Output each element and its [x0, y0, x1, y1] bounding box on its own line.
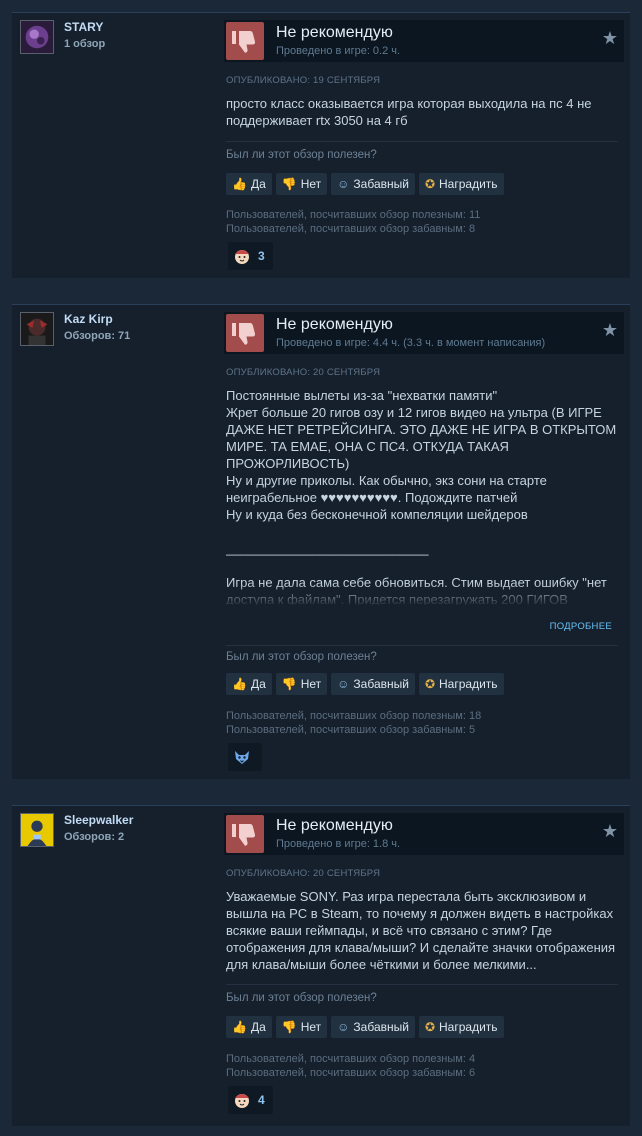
- vote-buttons: 👍 Да 👎 Нет ☺ Забавный ✪ Наградить: [226, 673, 504, 695]
- divider: [226, 141, 618, 142]
- avatar[interactable]: [20, 20, 54, 54]
- divider: [226, 645, 618, 646]
- award-button[interactable]: ✪ Наградить: [418, 673, 504, 695]
- author-name[interactable]: Kaz Kirp: [64, 312, 113, 326]
- thumbs-down-icon: [226, 314, 264, 352]
- star-icon[interactable]: ★: [602, 821, 618, 842]
- avatar[interactable]: [20, 312, 54, 346]
- vote-stats: Пользователей, посчитавших обзор полезны…: [226, 1053, 476, 1079]
- award-wolf-icon: [235, 751, 249, 764]
- award-badge[interactable]: [228, 743, 262, 771]
- vote-header: Не рекомендую Проведено в игре: 0.2 ч. ★: [224, 20, 624, 62]
- thumbs-down-icon: [226, 22, 264, 60]
- award-button[interactable]: ✪ Наградить: [418, 1016, 504, 1038]
- helpful-question: Был ли этот обзор полезен?: [226, 149, 377, 161]
- review-text: просто класс оказывается игра которая вы…: [226, 96, 596, 128]
- text-fade: [226, 583, 618, 607]
- vote-yes-button[interactable]: 👍 Да: [226, 673, 272, 695]
- award-icon: ✪: [424, 1020, 436, 1034]
- award-face-icon: [235, 1094, 249, 1108]
- award-badge[interactable]: 3: [228, 242, 273, 270]
- thumbs-down-icon: 👎: [281, 677, 297, 691]
- posted-date: ОПУБЛИКОВАНО: 20 СЕНТЯБРЯ: [226, 868, 381, 879]
- author-review-count[interactable]: Обзоров: 2: [64, 831, 124, 843]
- review-verdict[interactable]: Не рекомендую: [276, 817, 393, 835]
- review-card: Sleepwalker Обзоров: 2 Не рекомендую Про…: [12, 805, 630, 1126]
- star-icon[interactable]: ★: [602, 320, 618, 341]
- vote-buttons: 👍 Да 👎 Нет ☺ Забавный ✪ Наградить: [226, 173, 504, 195]
- award-icon: ✪: [424, 677, 436, 691]
- vote-buttons: 👍 Да 👎 Нет ☺ Забавный ✪ Наградить: [226, 1016, 504, 1038]
- thumbs-up-icon: 👍: [232, 1020, 247, 1034]
- vote-no-button[interactable]: 👎 Нет: [275, 173, 328, 195]
- divider: [226, 984, 618, 985]
- read-more-link[interactable]: ПОДРОБНЕЕ: [550, 621, 612, 632]
- thumbs-down-icon: 👎: [281, 1020, 297, 1034]
- author-review-count[interactable]: Обзоров: 71: [64, 330, 130, 342]
- review-card: STARY 1 обзор Не рекомендую Проведено в …: [12, 12, 630, 278]
- vote-funny-button[interactable]: ☺ Забавный: [331, 673, 415, 695]
- vote-funny-button[interactable]: ☺ Забавный: [331, 173, 415, 195]
- smiley-icon: ☺: [337, 1020, 350, 1034]
- posted-date: ОПУБЛИКОВАНО: 20 СЕНТЯБРЯ: [226, 367, 381, 378]
- vote-yes-button[interactable]: 👍 Да: [226, 1016, 272, 1038]
- author-review-count[interactable]: 1 обзор: [64, 38, 105, 50]
- star-icon[interactable]: ★: [602, 28, 618, 49]
- vote-stats: Пользователей, посчитавших обзор полезны…: [226, 209, 481, 235]
- review-card: Kaz Kirp Обзоров: 71 Не рекомендую Прове…: [12, 304, 630, 779]
- vote-funny-button[interactable]: ☺ Забавный: [331, 1016, 415, 1038]
- playtime: Проведено в игре: 0.2 ч.: [276, 45, 401, 57]
- award-button[interactable]: ✪ Наградить: [418, 173, 504, 195]
- review-text: Уважаемые SONY. Раз игра перестала быть …: [226, 889, 616, 972]
- thumbs-down-icon: 👎: [281, 177, 297, 191]
- vote-yes-button[interactable]: 👍 Да: [226, 173, 272, 195]
- award-count: 4: [258, 1093, 265, 1107]
- vote-no-button[interactable]: 👎 Нет: [275, 673, 328, 695]
- playtime: Проведено в игре: 4.4 ч. (3.3 ч. в момен…: [276, 337, 546, 349]
- award-badge[interactable]: 4: [228, 1086, 273, 1114]
- smiley-icon: ☺: [337, 177, 350, 191]
- award-count: 3: [258, 249, 265, 263]
- smiley-icon: ☺: [337, 677, 350, 691]
- avatar[interactable]: [20, 813, 54, 847]
- author-name[interactable]: STARY: [64, 20, 103, 34]
- vote-header: Не рекомендую Проведено в игре: 4.4 ч. (…: [224, 312, 624, 354]
- review-text: Постоянные вылеты из-за "нехватки памяти…: [226, 388, 617, 605]
- thumbs-down-icon: [226, 815, 264, 853]
- playtime: Проведено в игре: 1.8 ч.: [276, 838, 401, 850]
- vote-header: Не рекомендую Проведено в игре: 1.8 ч. ★: [224, 813, 624, 855]
- author-name[interactable]: Sleepwalker: [64, 813, 133, 827]
- thumbs-up-icon: 👍: [232, 677, 247, 691]
- posted-date: ОПУБЛИКОВАНО: 19 СЕНТЯБРЯ: [226, 75, 381, 86]
- helpful-question: Был ли этот обзор полезен?: [226, 651, 377, 663]
- award-face-icon: [235, 250, 249, 264]
- vote-no-button[interactable]: 👎 Нет: [275, 1016, 328, 1038]
- award-icon: ✪: [424, 177, 436, 191]
- helpful-question: Был ли этот обзор полезен?: [226, 992, 377, 1004]
- review-verdict[interactable]: Не рекомендую: [276, 316, 393, 334]
- review-verdict[interactable]: Не рекомендую: [276, 24, 393, 42]
- thumbs-up-icon: 👍: [232, 177, 247, 191]
- vote-stats: Пользователей, посчитавших обзор полезны…: [226, 710, 482, 736]
